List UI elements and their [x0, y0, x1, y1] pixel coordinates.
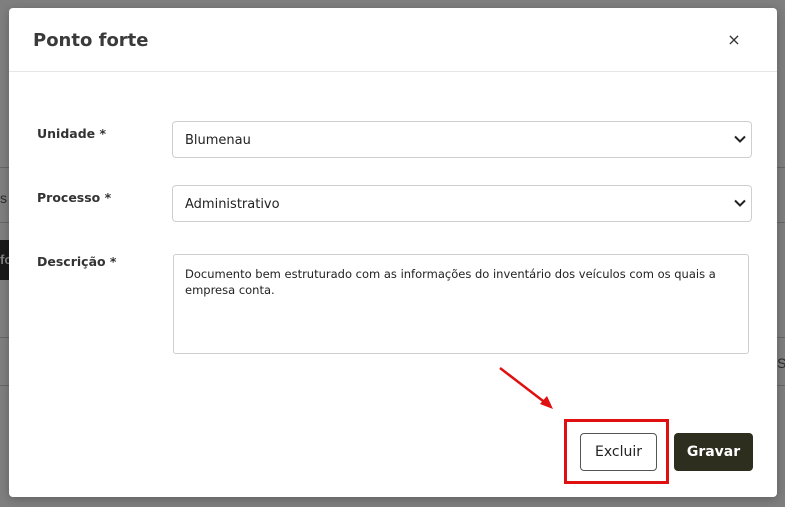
chevron-down-icon	[734, 135, 746, 143]
unidade-label: Unidade *	[37, 126, 107, 141]
unidade-select[interactable]: Blumenau	[172, 121, 752, 158]
processo-select[interactable]: Administrativo	[172, 185, 752, 222]
processo-selected-value: Administrativo	[185, 197, 280, 212]
save-button[interactable]: Gravar	[674, 433, 753, 471]
close-icon[interactable]: ×	[725, 30, 743, 50]
dialog-header: Ponto forte ×	[9, 8, 777, 72]
descricao-label: Descrição *	[37, 254, 117, 269]
descricao-text: Documento bem estruturado com as informa…	[185, 267, 716, 297]
dialog-title: Ponto forte	[33, 30, 149, 51]
ponto-forte-dialog: Ponto forte × Unidade * Blumenau Process…	[9, 8, 777, 497]
delete-button[interactable]: Excluir	[580, 433, 657, 471]
chevron-down-icon	[734, 199, 746, 207]
unidade-selected-value: Blumenau	[185, 133, 251, 148]
annotation-arrow	[499, 367, 553, 409]
processo-label: Processo *	[37, 190, 112, 205]
descricao-textarea[interactable]: Documento bem estruturado com as informa…	[173, 254, 749, 354]
